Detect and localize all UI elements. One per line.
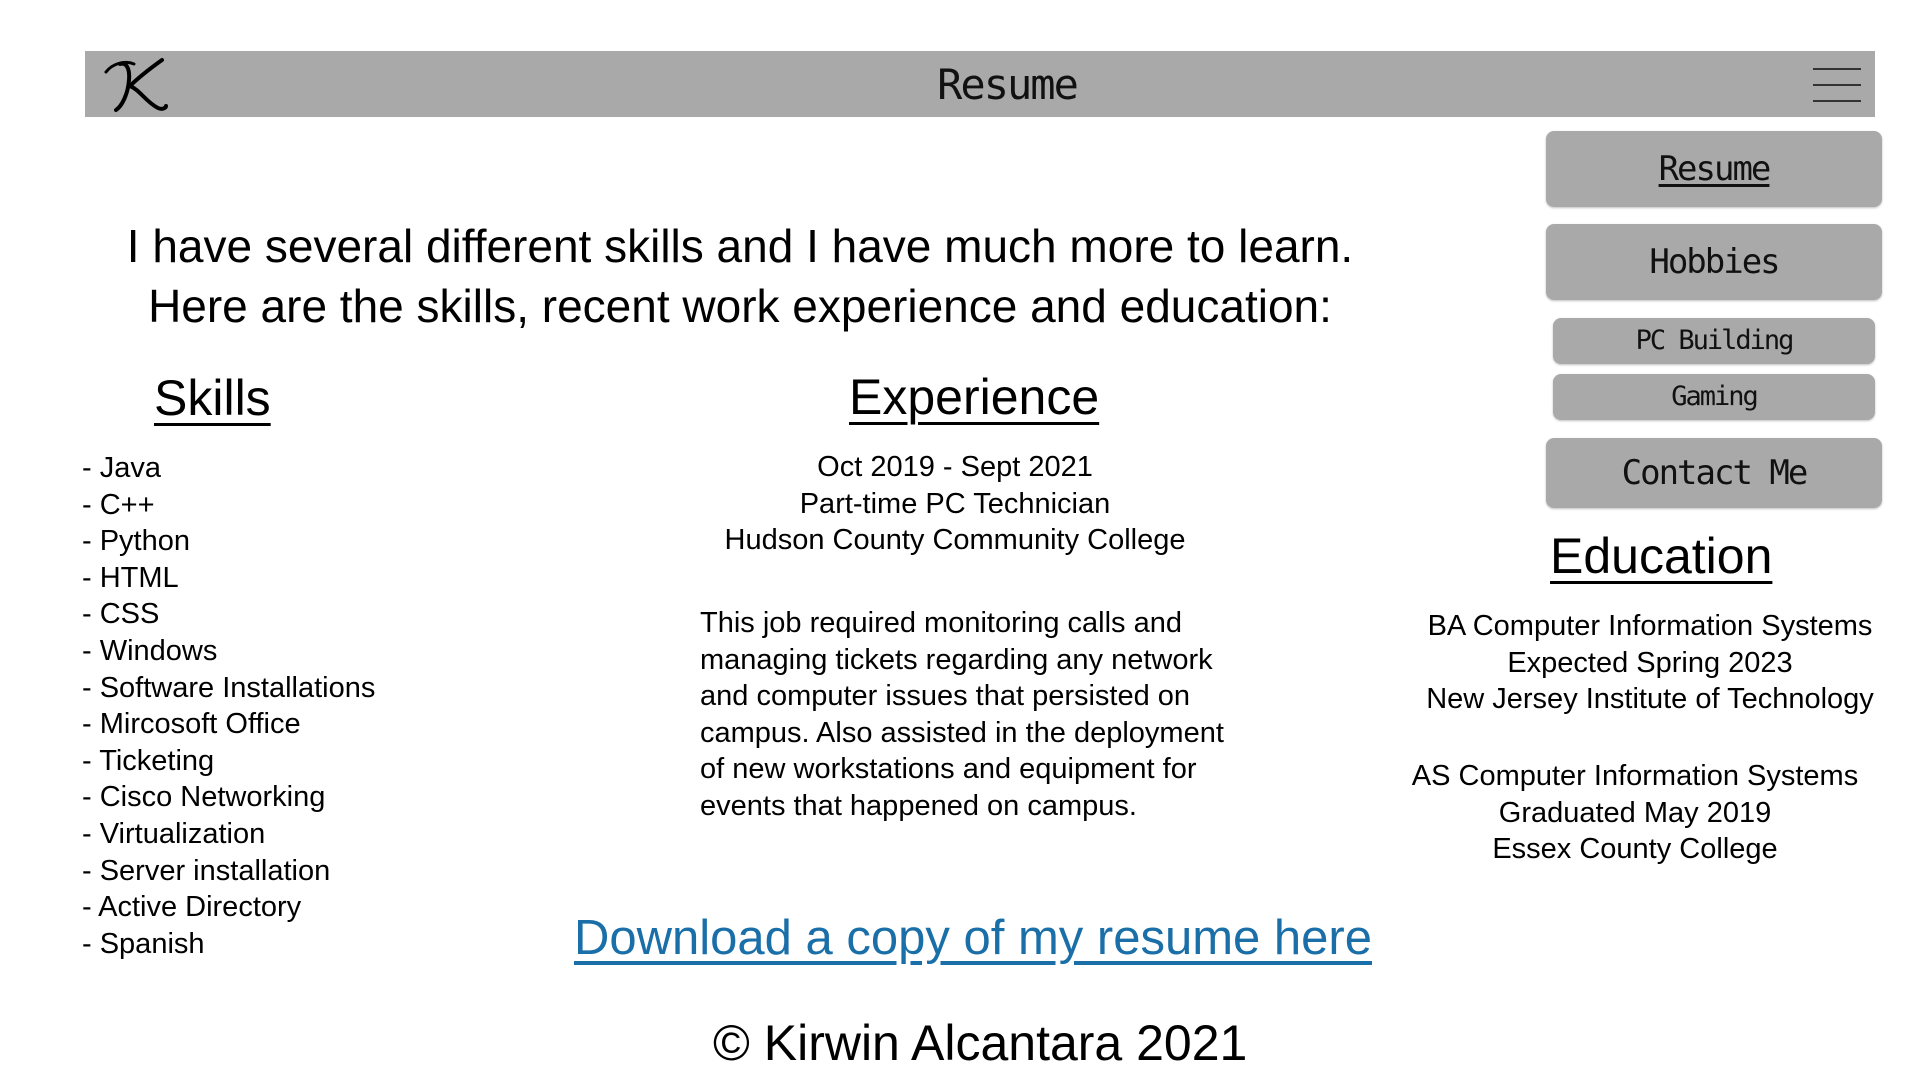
experience-description-line: and computer issues that persisted on (700, 680, 1191, 713)
skill-item: - Windows (82, 634, 218, 667)
nav-resume-button[interactable]: Resume (1546, 131, 1882, 207)
page: Resume Resume Hobbies PC Building Gaming… (0, 0, 1920, 1080)
skill-item: - Virtualization (82, 817, 266, 850)
education-degree: BA Computer Information Systems (1427, 610, 1873, 642)
skill-item: - HTML (82, 561, 179, 594)
skill-item: - Software Installations (82, 671, 376, 704)
download-resume-link[interactable]: Download a copy of my resume here (574, 910, 1372, 966)
skill-item: - Server installation (82, 854, 331, 887)
skill-item: - Python (82, 525, 190, 558)
nav-hobbies-label: Hobbies (1649, 242, 1780, 282)
skill-item: - Mircosoft Office (82, 708, 301, 741)
experience-employer: Hudson County Community College (724, 524, 1186, 557)
skills-heading: Skills (154, 370, 271, 426)
education-heading: Education (1550, 528, 1773, 584)
nav-contact-label: Contact Me (1621, 453, 1809, 493)
skill-item: - Active Directory (82, 891, 302, 924)
experience-dates: Oct 2019 - Sept 2021 (817, 451, 1093, 483)
footer-copyright: © Kirwin Alcantara 2021 (713, 1015, 1248, 1071)
education-school: Essex County College (1492, 833, 1778, 866)
skill-item: - CSS (82, 598, 160, 631)
skill-item: - Spanish (82, 927, 205, 960)
experience-description-line: campus. Also assisted in the deployment (700, 716, 1224, 749)
hamburger-menu-icon[interactable] (1813, 68, 1861, 102)
education-status: Expected Spring 2023 (1507, 646, 1793, 679)
nav-gaming-label: Gaming (1671, 381, 1759, 412)
skill-item: - Cisco Networking (82, 781, 326, 814)
skill-item: - Java (82, 452, 161, 484)
nav-gaming-button[interactable]: Gaming (1553, 374, 1875, 420)
page-title: Resume (937, 60, 1079, 109)
education-status: Graduated May 2019 (1498, 796, 1772, 829)
experience-heading: Experience (849, 369, 1100, 425)
nav-resume-label: Resume (1658, 149, 1772, 189)
intro-line-2: Here are the skills, recent work experie… (148, 280, 1332, 332)
skill-item: - Ticketing (82, 744, 215, 777)
experience-description-line: managing tickets regarding any network (700, 643, 1213, 676)
experience-description-line: events that happened on campus. (700, 789, 1137, 822)
nav-contact-button[interactable]: Contact Me (1546, 438, 1882, 508)
experience-description: This job required monitoring calls and m… (700, 605, 1300, 825)
experience-description-line: This job required monitoring calls and (700, 607, 1182, 639)
intro-text: I have several different skills and I ha… (75, 216, 1405, 336)
education-school: New Jersey Institute of Technology (1426, 683, 1874, 716)
education-entry-2: AS Computer Information Systems Graduate… (1365, 758, 1905, 868)
nav-pc-building-button[interactable]: PC Building (1553, 318, 1875, 364)
nav-hobbies-button[interactable]: Hobbies (1546, 224, 1882, 300)
skills-list: - Java - C++ - Python - HTML - CSS - Win… (82, 450, 375, 962)
skill-item: - C++ (82, 488, 155, 521)
nav-pc-building-label: PC Building (1635, 325, 1795, 356)
experience-description-line: of new workstations and equipment for (700, 753, 1197, 786)
education-degree: AS Computer Information Systems (1411, 760, 1859, 792)
experience-role: Part-time PC Technician (799, 487, 1111, 520)
experience-header: Oct 2019 - Sept 2021 Part-time PC Techni… (655, 449, 1255, 559)
education-entry-1: BA Computer Information Systems Expected… (1380, 608, 1920, 718)
intro-line-1: I have several different skills and I ha… (126, 220, 1354, 272)
